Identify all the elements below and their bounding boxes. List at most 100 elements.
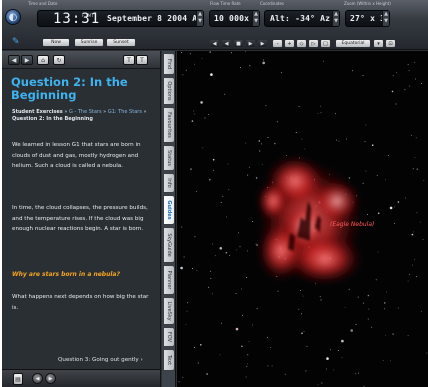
tab-fov[interactable]: FOV bbox=[163, 327, 175, 347]
document-icon[interactable]: ▤ bbox=[13, 373, 23, 385]
star bbox=[185, 69, 187, 71]
star bbox=[259, 150, 261, 152]
star bbox=[371, 326, 373, 328]
tab-favourites[interactable]: Favourites bbox=[163, 107, 175, 143]
star bbox=[363, 302, 365, 304]
tab-skyguide[interactable]: SkyGuide bbox=[163, 227, 175, 263]
tab-planner[interactable]: Planner bbox=[163, 265, 175, 295]
star bbox=[228, 189, 230, 191]
star bbox=[265, 104, 267, 106]
time-date-display[interactable]: 13:31 F LMT September 8 2004 AD ▲ ▼ bbox=[37, 10, 204, 27]
rate-stepper-icon[interactable]: ▲ ▼ bbox=[252, 11, 259, 26]
tab-label: Planner bbox=[166, 270, 172, 290]
zoom-stepper-icon[interactable]: ▲ ▼ bbox=[382, 11, 389, 26]
previous-page-icon[interactable]: ◀ bbox=[32, 373, 43, 384]
center-button[interactable]: ◇ bbox=[296, 39, 307, 48]
home-icon[interactable]: ⌂ bbox=[37, 55, 49, 65]
now-button[interactable]: Now bbox=[42, 38, 70, 47]
star bbox=[271, 365, 273, 367]
star bbox=[246, 365, 248, 367]
play-button[interactable]: ▶ bbox=[245, 39, 256, 48]
star bbox=[204, 117, 206, 119]
tab-info[interactable]: Info bbox=[163, 173, 175, 193]
breadcrumb-g1[interactable]: G1: The Stars bbox=[108, 109, 142, 115]
star bbox=[386, 291, 388, 293]
star bbox=[300, 289, 301, 291]
forward-arrow-icon[interactable]: ▶ bbox=[21, 55, 33, 65]
star bbox=[365, 170, 367, 172]
pan-button[interactable]: ▷ bbox=[308, 39, 319, 48]
breadcrumb-current: Question 2: In the Beginning bbox=[12, 116, 93, 122]
next-page-icon[interactable]: ▶ bbox=[45, 373, 56, 384]
eagle-nebula-label[interactable]: (Eagle Nebula) bbox=[330, 221, 374, 228]
coords-stepper-icon[interactable]: ▲ ▼ bbox=[332, 11, 339, 26]
play-reverse-fast-button[interactable]: ◀ bbox=[209, 39, 220, 48]
tab-status[interactable]: Status bbox=[163, 145, 175, 171]
coordinates-display[interactable]: Alt: -34° Az: 10° ▲▼ bbox=[264, 10, 340, 27]
date-stepper-icon[interactable]: ▲ ▼ bbox=[196, 11, 203, 26]
pencil-icon[interactable]: ✎ bbox=[12, 37, 22, 47]
star bbox=[183, 256, 185, 258]
star bbox=[357, 296, 359, 298]
tab-guides[interactable]: Guides bbox=[163, 195, 175, 225]
stop-button[interactable]: ■ bbox=[233, 39, 244, 48]
star bbox=[329, 349, 331, 351]
star bbox=[262, 59, 264, 61]
refresh-icon[interactable]: ↻ bbox=[53, 55, 65, 65]
star bbox=[365, 124, 367, 126]
star bbox=[180, 266, 183, 270]
zoom-display[interactable]: 27° x 34° ▲▼ bbox=[345, 10, 390, 27]
orientation-menu-icon[interactable]: ▾ bbox=[373, 39, 384, 48]
breadcrumb-stars[interactable]: G - The Stars bbox=[69, 109, 102, 115]
star bbox=[362, 182, 364, 184]
question-link[interactable]: Why are stars born in a nebula? bbox=[12, 271, 120, 278]
back-arrow-icon[interactable]: ◀ bbox=[8, 55, 20, 65]
star bbox=[392, 333, 394, 335]
zoom-in-button[interactable]: + bbox=[284, 39, 295, 48]
star bbox=[385, 179, 386, 181]
time-rate-display[interactable]: 10 000x ▲ ▼ bbox=[209, 10, 260, 27]
star bbox=[334, 113, 336, 115]
play-reverse-button[interactable]: ◀ bbox=[221, 39, 232, 48]
star bbox=[189, 53, 191, 55]
zoom-out-button[interactable]: - bbox=[272, 39, 283, 48]
star bbox=[420, 311, 422, 312]
star bbox=[371, 144, 374, 146]
star bbox=[258, 140, 261, 142]
tab-find[interactable]: Find bbox=[163, 53, 175, 75]
sunrise-button[interactable]: Sunrise bbox=[74, 38, 104, 47]
next-question-link[interactable]: Question 3: Going out gently › bbox=[58, 357, 143, 363]
star bbox=[186, 310, 188, 312]
breadcrumb-separator: » bbox=[141, 109, 147, 115]
star bbox=[397, 307, 399, 309]
star bbox=[326, 368, 327, 370]
home-globe-icon[interactable]: ◐ bbox=[5, 9, 21, 25]
play-fast-button[interactable]: ▶ bbox=[257, 39, 268, 48]
tab-text[interactable]: Text bbox=[163, 349, 175, 371]
fit-button[interactable]: ⊡ bbox=[385, 39, 396, 48]
star bbox=[358, 372, 360, 374]
tab-livesky[interactable]: LiveSky bbox=[163, 297, 175, 325]
star bbox=[247, 250, 248, 252]
breadcrumb-root[interactable]: Student Exercises bbox=[12, 109, 63, 115]
star bbox=[197, 362, 199, 364]
orientation-select[interactable]: Equatorial bbox=[335, 39, 371, 48]
star bbox=[236, 249, 238, 251]
text-size-icon[interactable]: T bbox=[123, 55, 135, 65]
star bbox=[367, 294, 370, 297]
frame-button[interactable]: □ bbox=[320, 39, 331, 48]
star bbox=[190, 168, 192, 170]
star bbox=[348, 177, 351, 179]
sky-view[interactable]: (Eagle Nebula) bbox=[177, 51, 428, 387]
sunset-button[interactable]: Sunset bbox=[106, 38, 136, 47]
star bbox=[247, 354, 249, 356]
star bbox=[276, 121, 278, 123]
star bbox=[348, 288, 350, 290]
tab-options[interactable]: Options bbox=[163, 77, 175, 105]
star bbox=[412, 168, 414, 170]
coords-value: Alt: -34° Az: 10° bbox=[270, 14, 339, 23]
star bbox=[270, 346, 272, 348]
text-size-large-icon[interactable]: T bbox=[136, 55, 148, 65]
star bbox=[194, 236, 196, 238]
star bbox=[186, 302, 188, 304]
